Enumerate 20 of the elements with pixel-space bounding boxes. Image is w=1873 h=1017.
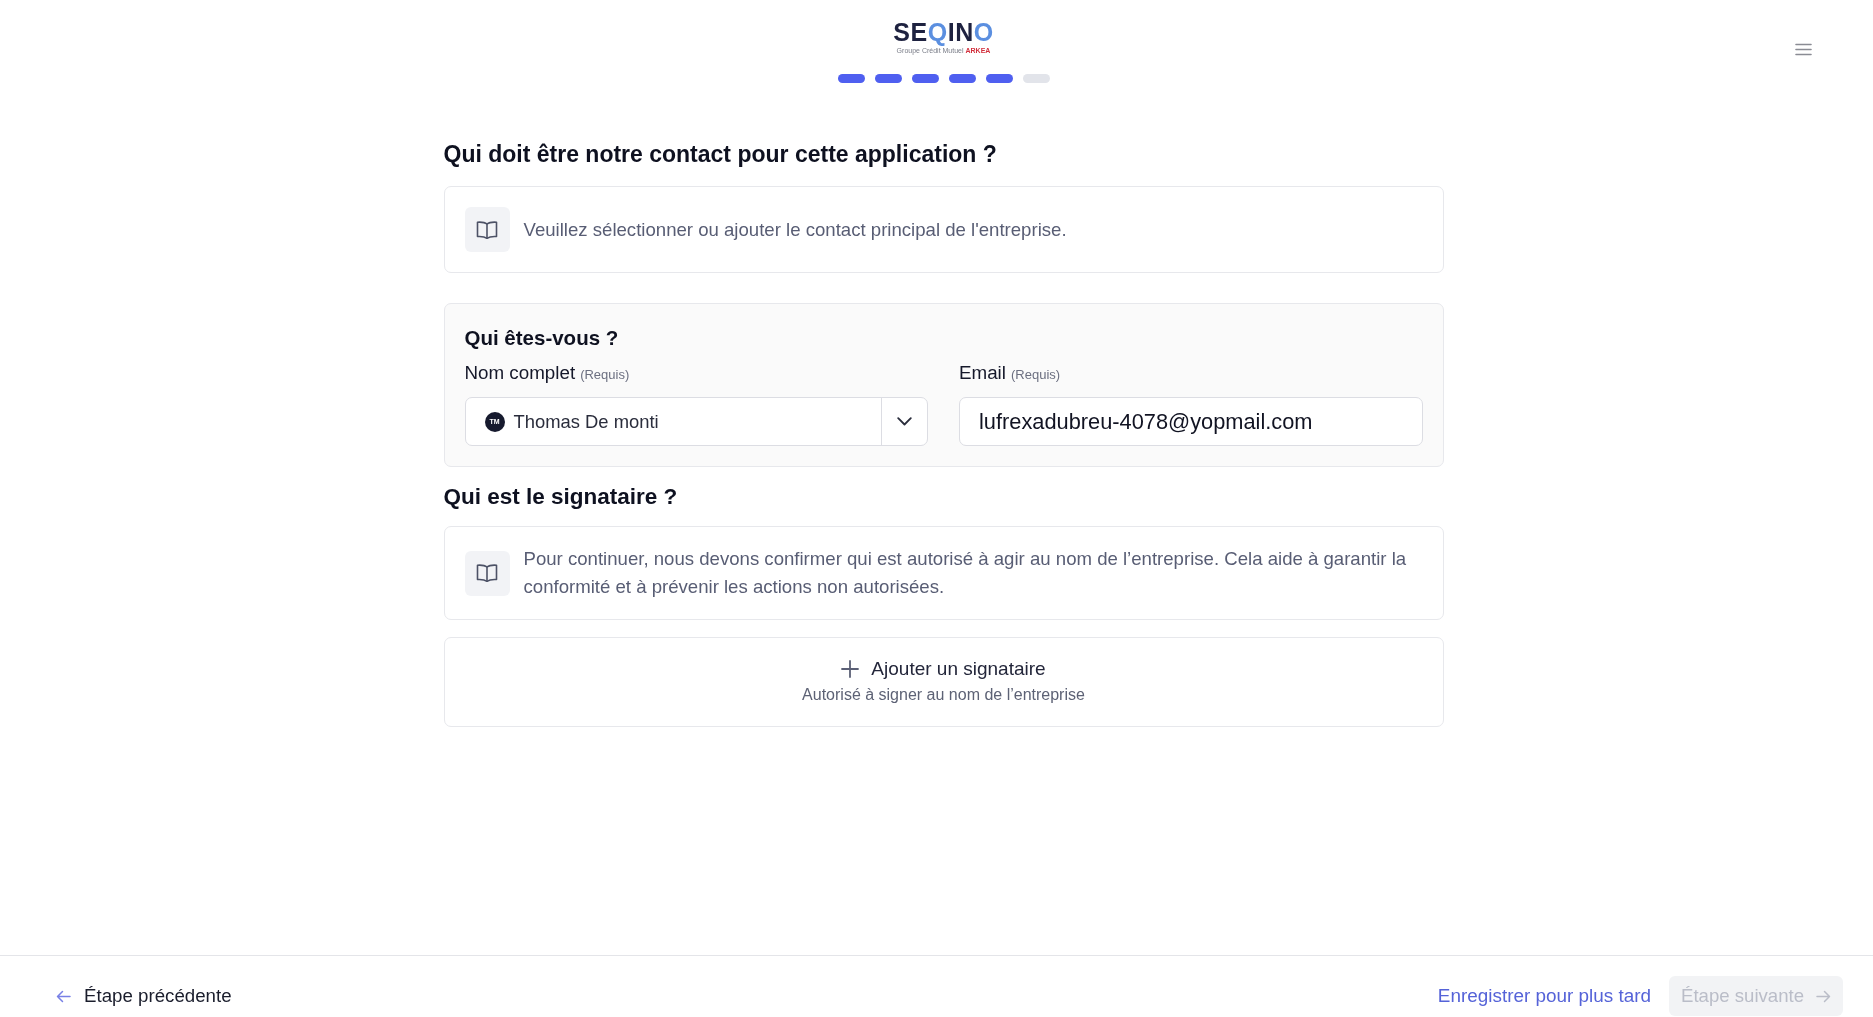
- required-note: (Requis): [580, 366, 630, 384]
- plus-icon: [841, 660, 860, 678]
- required-note: (Requis): [1010, 366, 1061, 384]
- email-field[interactable]: lufrexadubreu-4078@yopmail.com: [959, 397, 1423, 446]
- section-heading: Qui est le signataire ?: [443, 483, 679, 511]
- add-signatory-button[interactable]: Ajouter un signataire Autorisé à signer au nom de l’entreprise: [443, 637, 1444, 727]
- save-link[interactable]: Enregistrer pour plus tard: [1437, 985, 1651, 1007]
- field-label: Nom complet: [464, 362, 576, 384]
- arrow-right-icon: [1816, 989, 1831, 1003]
- arrow-left-icon: [56, 989, 71, 1003]
- book-icon: [464, 550, 510, 596]
- card-heading: Qui êtes-vous ?: [464, 326, 620, 350]
- info-text: Pour continuer, nous devons confirmer qui est autorisé à agir au nom de l’entreprise. Cela aide à garantir la conformité et à prévenir les actions non autorisées.: [523, 547, 1408, 599]
- field-label: Email: [959, 362, 1006, 384]
- menu-icon[interactable]: [1795, 43, 1812, 56]
- back-button[interactable]: Étape précédente: [54, 976, 234, 1016]
- section-heading: Qui doit être notre contact pour cette application ?: [443, 140, 998, 168]
- chevron-down-icon[interactable]: [897, 417, 912, 426]
- info-text: Veuillez sélectionner ou ajouter le contact principal de l'entreprise.: [523, 217, 1067, 242]
- book-icon: [464, 207, 510, 252]
